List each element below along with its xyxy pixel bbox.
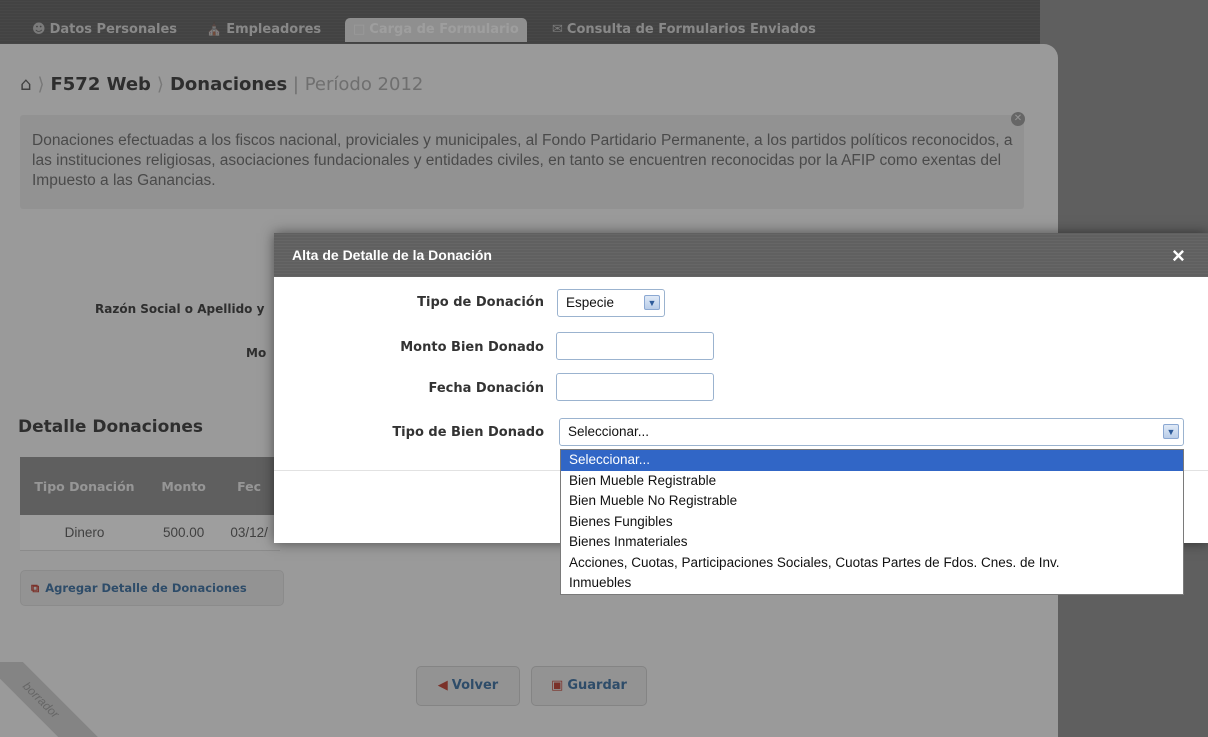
- modal-header: Alta de Detalle de la Donación ×: [274, 233, 1208, 277]
- chevron-down-icon: ▼: [644, 295, 660, 310]
- dropdown-option[interactable]: Bienes Inmateriales: [561, 532, 1183, 553]
- fecha-donacion-input[interactable]: [556, 373, 714, 401]
- dropdown-option[interactable]: Acciones, Cuotas, Participaciones Social…: [561, 553, 1183, 574]
- dropdown-option[interactable]: Bien Mueble No Registrable: [561, 491, 1183, 512]
- dropdown-option[interactable]: Bienes Fungibles: [561, 512, 1183, 533]
- chevron-down-icon: ▼: [1163, 424, 1179, 439]
- dropdown-option[interactable]: Inmuebles: [561, 573, 1183, 594]
- tipo-bien-select[interactable]: Seleccionar... ▼: [559, 418, 1184, 446]
- dropdown-option[interactable]: Seleccionar...: [561, 450, 1183, 471]
- monto-bien-input[interactable]: [556, 332, 714, 360]
- tipo-bien-label: Tipo de Bien Donado: [392, 425, 544, 440]
- fecha-donacion-label: Fecha Donación: [428, 381, 544, 396]
- tipo-donacion-select[interactable]: Especie ▼: [557, 289, 665, 317]
- monto-bien-label: Monto Bien Donado: [400, 340, 544, 355]
- tipo-bien-dropdown: Seleccionar... Bien Mueble Registrable B…: [560, 449, 1184, 595]
- dropdown-option[interactable]: Bien Mueble Registrable: [561, 471, 1183, 492]
- tipo-donacion-value: Especie: [566, 295, 615, 310]
- tipo-donacion-label: Tipo de Donación: [417, 295, 544, 310]
- modal-title: Alta de Detalle de la Donación: [292, 247, 492, 263]
- tipo-bien-value: Seleccionar...: [568, 424, 650, 439]
- close-icon[interactable]: ×: [1172, 243, 1185, 269]
